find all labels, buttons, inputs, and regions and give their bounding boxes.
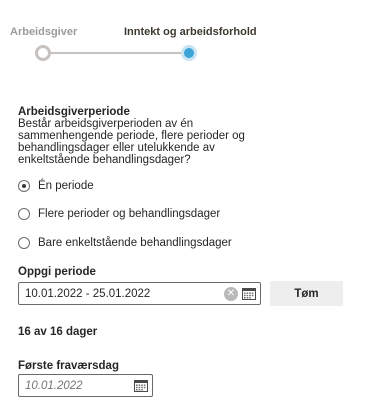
radio-button[interactable] xyxy=(18,237,30,249)
step-label-arbeidsgiver[interactable]: Arbeidsgiver xyxy=(10,26,77,38)
first-absence-label: Første fraværsdag xyxy=(18,360,119,372)
step-dot-inntekt-active xyxy=(181,45,197,61)
description-line: enkeltstående behandlingsdager? xyxy=(18,154,191,166)
description-line: Består arbeidsgiverperioden av én xyxy=(18,118,194,130)
period-question: Arbeidsgiverperiode Består arbeidsgiverp… xyxy=(18,106,258,166)
radio-option-flere-perioder[interactable]: Flere perioder og behandlingsdager xyxy=(18,206,220,222)
first-absence-date-field[interactable] xyxy=(18,374,153,397)
period-date-range-field[interactable]: ✕ xyxy=(18,282,261,305)
calendar-icon[interactable] xyxy=(134,379,148,392)
clear-period-button[interactable]: Tøm xyxy=(270,281,343,306)
radio-button-checked[interactable] xyxy=(18,180,30,192)
days-summary: 16 av 16 dager xyxy=(18,326,98,338)
radio-option-en-periode[interactable]: Én periode xyxy=(18,178,94,194)
period-description: Består arbeidsgiverperioden av én sammen… xyxy=(18,118,258,166)
radio-label: Én periode xyxy=(38,180,94,192)
period-input-label: Oppgi periode xyxy=(18,266,96,278)
radio-label: Flere perioder og behandlingsdager xyxy=(38,208,221,220)
radio-label: Bare enkeltstående behandlingsdager xyxy=(38,237,232,249)
step-dot-arbeidsgiver[interactable] xyxy=(35,45,51,61)
first-absence-date-input[interactable] xyxy=(19,375,134,396)
description-line: behandlingsdager eller utelukkende av xyxy=(18,142,215,154)
description-line: sammenhengende periode, flere perioder o… xyxy=(18,130,245,142)
step-label-inntekt: Inntekt og arbeidsforhold xyxy=(124,26,257,38)
step-connector-line xyxy=(50,52,182,54)
clear-x-icon[interactable]: ✕ xyxy=(224,286,238,301)
calendar-icon[interactable] xyxy=(242,287,256,300)
radio-option-enkeltstaende[interactable]: Bare enkeltstående behandlingsdager xyxy=(18,235,232,251)
period-date-range-input[interactable] xyxy=(19,283,224,304)
period-title: Arbeidsgiverperiode xyxy=(18,106,130,118)
stepper: Arbeidsgiver Inntekt og arbeidsforhold xyxy=(0,0,382,70)
radio-button[interactable] xyxy=(18,208,30,220)
